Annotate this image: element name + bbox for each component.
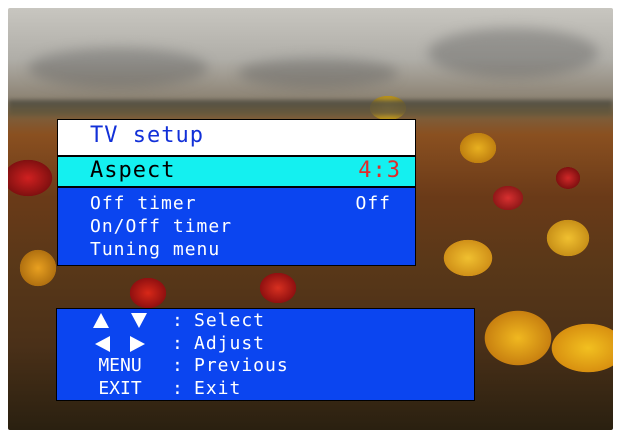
menu-item-label: Aspect [90, 158, 176, 183]
menu-item-label: On/Off timer [90, 216, 233, 237]
right-arrow-icon [130, 336, 145, 352]
menu-item-label: Tuning menu [90, 239, 221, 260]
help-row-select: : Select [57, 310, 474, 332]
cloud [28, 48, 208, 88]
help-key: MENU [98, 355, 142, 376]
help-action: Exit [194, 378, 242, 399]
down-arrow-icon [131, 313, 147, 328]
menu-items-panel: Off timer Off On/Off timer Tuning menu [57, 187, 416, 266]
help-separator: : [172, 310, 183, 331]
help-separator: : [172, 333, 183, 354]
help-action: Adjust [194, 333, 266, 354]
treeline [8, 100, 613, 116]
help-row-exit: EXIT : Exit [57, 378, 474, 400]
menu-item-aspect[interactable]: Aspect 4:3 [57, 156, 416, 187]
help-separator: : [172, 355, 183, 376]
help-row-adjust: : Adjust [57, 333, 474, 355]
help-separator: : [172, 378, 183, 399]
left-arrow-icon [95, 336, 110, 352]
menu-item-label: Off timer [90, 193, 197, 214]
menu-item-value: 4:3 [358, 158, 401, 183]
cloud [238, 58, 398, 88]
up-arrow-icon [93, 313, 109, 328]
help-key: EXIT [98, 378, 142, 399]
key-help-panel: : Select : Adjust MENU : Previous EXIT :… [56, 308, 475, 401]
menu-title-bar: TV setup [57, 119, 416, 156]
cloud [428, 28, 598, 78]
menu-item-value: Off [355, 193, 391, 214]
help-row-menu: MENU : Previous [57, 355, 474, 377]
menu-title: TV setup [90, 123, 204, 148]
help-action: Select [194, 310, 266, 331]
help-action: Previous [194, 355, 289, 376]
